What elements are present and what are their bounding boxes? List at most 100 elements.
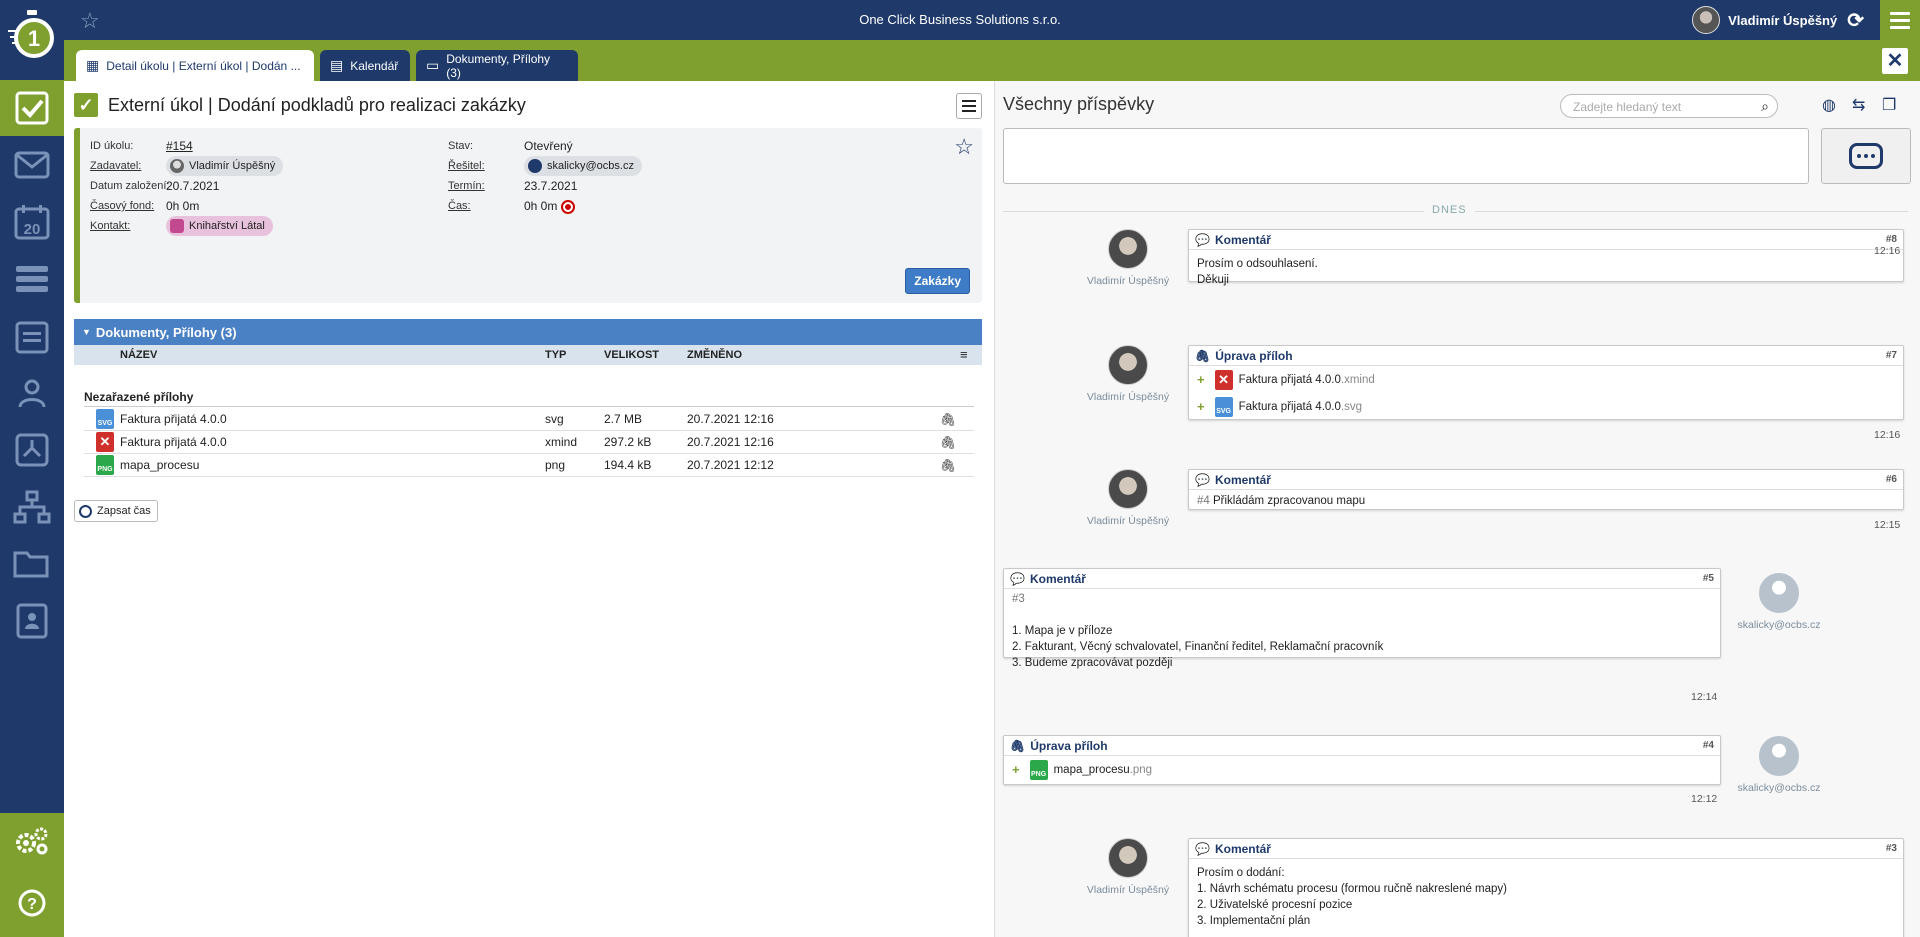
label-solver: Řešitel: [448,160,485,172]
attachment-icon[interactable]: 🖇 [939,458,956,474]
post-header: 🖇 Úprava příloh #4 [1004,736,1720,756]
tab-documents[interactable]: ▭ Dokumenty, Přílohy (3) [416,50,578,81]
app-logo[interactable]: 1 [0,0,64,80]
post-reference[interactable]: #3 [1012,591,1712,607]
sidebar-item-org-chart[interactable] [0,479,64,535]
close-icon[interactable]: ✕ [1882,48,1908,74]
task-menu-button[interactable] [956,93,982,119]
task-detail-pane: ✓ Externí úkol | Dodání podkladů pro rea… [64,81,994,937]
post-line: 2. Fakturant, Věcný schvalovatel, Finanč… [1012,641,1384,653]
col-name[interactable]: NÁZEV [120,349,157,361]
sidebar-item-calendar[interactable]: 20 [0,194,64,250]
file-name[interactable]: Faktura přijatá 4.0.0 [120,412,227,426]
attachment-item[interactable]: + SVG Faktura přijatá 4.0.0 .svg [1197,393,1895,420]
attachment-icon[interactable]: 🖇 [939,412,956,428]
tab-task-detail[interactable]: ▦ Detail úkolu | Externí úkol | Dodán ..… [76,50,314,81]
orders-button[interactable]: Zakázky [905,268,970,294]
post-line: 3. Budeme zpracovávat později [1012,657,1173,669]
table-row[interactable]: ✕ Faktura přijatá 4.0.0 xmind 297.2 kB 2… [84,431,974,454]
globe-icon[interactable]: ◍ [1822,95,1836,115]
solver-chip[interactable]: skalicky@ocbs.cz [524,156,642,176]
attachment-item[interactable]: + PNG mapa_procesu .png [1012,756,1712,783]
user-menu[interactable]: Vladimír Úspěšný ⟳ [1692,6,1864,34]
attachment-post: 🖇 Úprava příloh #7 + ✕ Faktura přijatá 4… [1188,345,1904,420]
new-post-input[interactable] [1003,128,1809,184]
tab-label: Kalendář [350,58,399,73]
sidebar-item-documents[interactable] [0,536,64,592]
post-type: Komentář [1214,841,1271,856]
col-changed[interactable]: ZMĚNĚNO [687,349,742,361]
documents-section-header[interactable]: ▼ Dokumenty, Přílohy (3) [74,319,982,345]
col-size[interactable]: VELIKOST [604,349,659,361]
contact-name: Knihařství Látal [189,220,265,232]
documents-table-header: NÁZEV TYP VELIKOST ZMĚNĚNO ≡ [74,345,982,365]
post-type: Komentář [1029,571,1086,586]
post-type: Komentář [1214,472,1271,487]
avatar [1108,345,1148,385]
caret-down-icon: ▼ [82,327,91,337]
contact-chip[interactable]: Knihařství Látal [166,216,273,236]
help-icon: ? [18,889,46,917]
requester-chip[interactable]: Vladimír Úspěšný [166,156,284,176]
tab-calendar[interactable]: ▤ Kalendář [320,50,410,81]
file-type: svg [545,412,564,426]
sidebar-item-agenda[interactable] [0,308,64,364]
task-id-link[interactable]: #154 [166,139,193,153]
search-input[interactable]: Zadejte hledaný text ⌕ [1560,94,1778,118]
deadline-value[interactable]: 23.7.2021 [524,179,577,193]
label-contact: Kontakt: [90,220,131,232]
sidebar-item-help[interactable]: ? [0,875,64,931]
post-author: Vladimír Úspěšný [1086,884,1170,896]
send-post-button[interactable] [1821,128,1911,184]
sidebar-item-processes[interactable] [0,422,64,478]
table-row[interactable]: SVG Faktura přijatá 4.0.0 svg 2.7 MB 20.… [84,408,974,431]
columns-menu-icon[interactable]: ≡ [960,347,968,362]
sidebar-item-users[interactable] [0,365,64,421]
feed-pane: Všechny příspěvky Zadejte hledaný text ⌕… [995,81,1920,937]
sidebar-item-tasks[interactable] [0,80,64,136]
post-number: #7 [1885,350,1897,361]
post-line: Prosím o odsouhlasení. [1197,258,1318,270]
attachment-post: 🖇 Úprava příloh #4 + PNG mapa_procesu .pn… [1003,735,1721,785]
agenda-icon [15,321,49,354]
state-value[interactable]: Otevřený [524,139,573,153]
file-name[interactable]: mapa_procesu [120,458,199,472]
attachment-icon[interactable]: 🖇 [939,435,956,451]
post-line: 1. Mapa je v příloze [1012,625,1113,637]
record-icon[interactable] [561,199,576,214]
label-requester: Zadavatel: [90,160,142,172]
xmind-file-icon: ✕ [1214,369,1233,390]
attachment-item[interactable]: + ✕ Faktura přijatá 4.0.0 .xmind [1197,366,1895,393]
page-title: Externí úkol | Dodání podkladů pro reali… [108,94,526,115]
post-time: 12:16 [1874,245,1901,257]
file-type: xmind [545,435,578,449]
file-changed: 20.7.2021 12:16 [687,412,774,426]
label-state: Stav: [448,140,474,152]
col-type[interactable]: TYP [545,349,566,361]
post-header: 💬 Komentář #6 [1189,470,1903,490]
search-icon[interactable]: ⌕ [1761,98,1769,115]
star-icon[interactable]: ☆ [954,134,974,160]
xmind-file-icon: ✕ [96,432,114,452]
attachment-name: Faktura přijatá 4.0.0 [1238,400,1341,413]
main-menu-button[interactable] [1880,0,1920,40]
sidebar-item-mail[interactable] [0,137,64,193]
sidebar-item-contacts[interactable] [0,593,64,649]
post-number: #6 [1885,474,1897,485]
calendar-icon: 20 [14,205,50,240]
file-size: 194.4 kB [604,458,652,472]
label-id: ID úkolu: [90,140,134,152]
refresh-icon[interactable]: ⟳ [1847,8,1864,33]
table-row[interactable]: PNG mapa_procesu png 194.4 kB 20.7.2021 … [84,454,974,477]
windows-icon[interactable]: ❐ [1882,95,1896,115]
log-time-button[interactable]: Zapsat čas [74,500,158,522]
file-name[interactable]: Faktura přijatá 4.0.0 [120,435,227,449]
post-reference[interactable]: #4 [1197,495,1210,507]
paperclip-icon: 🖇 [1010,738,1026,753]
swap-icon[interactable]: ⇆ [1852,95,1865,115]
sidebar-item-settings[interactable] [0,813,64,869]
task-complete-checkbox[interactable]: ✓ [74,93,98,117]
calendar-icon: ▤ [330,57,344,73]
sidebar-item-lists[interactable] [0,251,64,307]
clock-icon [79,504,92,518]
